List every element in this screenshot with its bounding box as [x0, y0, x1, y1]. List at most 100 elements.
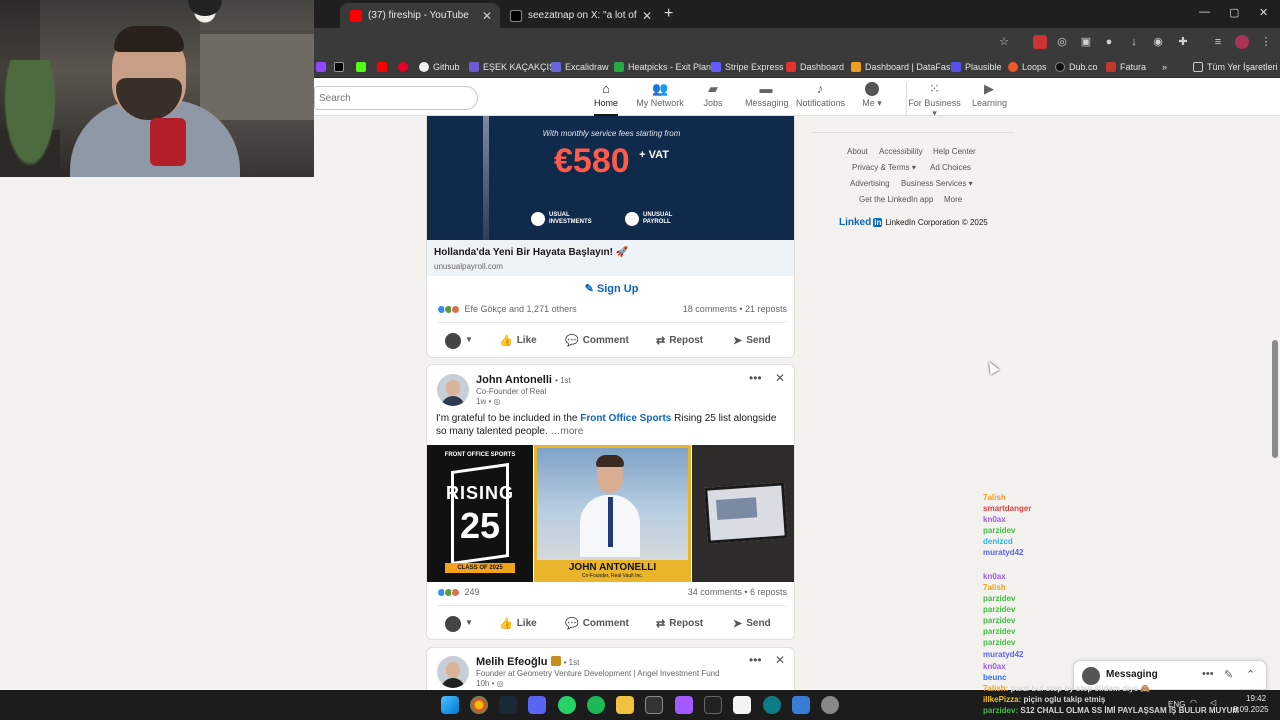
avatar[interactable] — [445, 333, 461, 349]
bookmark-pinterest[interactable] — [398, 60, 412, 74]
close-icon[interactable]: ✕ — [775, 653, 785, 667]
tab-youtube[interactable]: (37) fireship - YouTube ✕ — [340, 3, 500, 28]
footer-link-advertising[interactable]: Advertising — [850, 179, 890, 188]
send-button[interactable]: ➤ Send — [733, 617, 771, 630]
chrome-icon[interactable] — [470, 696, 488, 714]
spotify-icon[interactable] — [587, 696, 605, 714]
reading-list-icon[interactable]: ≡ — [1211, 35, 1225, 49]
chevron-down-icon[interactable]: ▼ — [465, 335, 473, 344]
avatar[interactable] — [437, 374, 469, 406]
author-name[interactable]: Melih Efeoğlu • 1st — [476, 656, 579, 668]
bookmark-fatura[interactable]: Fatura — [1106, 60, 1146, 74]
more-options-icon[interactable]: ••• — [749, 371, 762, 385]
bookmark-datafast[interactable]: Dashboard | DataFast — [851, 60, 953, 74]
comments-reposts-count[interactable]: 18 comments • 21 reposts — [683, 304, 787, 314]
like-button[interactable]: 👍 Like — [499, 617, 537, 630]
rising-25-image[interactable]: FRONT OFFICE SPORTS RISING 25 CLASS OF 2… — [427, 445, 533, 582]
avatar[interactable] — [437, 656, 469, 688]
compose-icon[interactable]: ✎ — [1224, 668, 1233, 681]
bookmark-x[interactable] — [334, 60, 348, 74]
reactions-count[interactable]: 249 — [465, 587, 480, 597]
like-button[interactable]: 👍 Like — [499, 334, 537, 347]
bookmark-kick[interactable] — [356, 60, 370, 74]
clock-time[interactable]: 19:42 — [1246, 694, 1266, 703]
chevron-up-icon[interactable]: ⌃ — [1246, 668, 1255, 681]
footer-link-help-center[interactable]: Help Center — [933, 147, 976, 156]
puzzle-icon[interactable]: ✚ — [1176, 35, 1190, 49]
ad-image[interactable]: With monthly service fees starting from … — [427, 116, 794, 240]
post-images[interactable]: FRONT OFFICE SPORTS RISING 25 CLASS OF 2… — [427, 445, 794, 582]
search-input[interactable] — [314, 86, 478, 110]
folder-icon[interactable] — [616, 696, 634, 714]
more-bookmarks-button[interactable]: » — [1162, 60, 1167, 74]
nav-me[interactable]: Me ▾ — [860, 82, 884, 116]
bookmark-esek[interactable]: EŞEK KAÇAKÇISI — [469, 60, 558, 74]
reactions-icon[interactable] — [437, 588, 460, 598]
extension-icon[interactable]: ● — [1102, 35, 1116, 49]
scrollbar-thumb[interactable] — [1272, 340, 1278, 458]
nav-for-business[interactable]: ⁙ For Business ▾ — [906, 82, 962, 118]
minimize-button[interactable]: — — [1199, 6, 1210, 18]
tab-close-icon[interactable]: ✕ — [642, 9, 652, 23]
repost-button[interactable]: ⇄ Repost — [656, 617, 703, 630]
chevron-down-icon[interactable]: ▼ — [465, 618, 473, 627]
footer-link-about[interactable]: About — [847, 147, 868, 156]
close-icon[interactable]: ✕ — [775, 371, 785, 385]
bookmark-loops[interactable]: Loops — [1008, 60, 1047, 74]
cursor-app-icon[interactable] — [763, 696, 781, 714]
new-tab-button[interactable]: + — [664, 5, 673, 23]
nav-notifications[interactable]: ♪ Notifications — [796, 82, 845, 116]
bookmark-plausible[interactable]: Plausible — [951, 60, 1002, 74]
mention-link[interactable]: Front Office Sports — [580, 413, 671, 424]
notion-icon[interactable] — [733, 696, 751, 714]
bookmark-dub[interactable]: Dub.co — [1055, 60, 1098, 74]
john-antonelli-image[interactable]: JOHN ANTONELLI Co-Founder, Real Vault In… — [534, 445, 691, 582]
bookmark-twitch[interactable] — [316, 60, 330, 74]
tab-close-icon[interactable]: ✕ — [482, 9, 492, 23]
more-options-icon[interactable]: ••• — [1202, 668, 1214, 680]
see-more-button[interactable]: …more — [548, 426, 584, 437]
nav-my-network[interactable]: 👥 My Network — [636, 82, 684, 116]
sign-up-button[interactable]: ✎ Sign Up — [427, 282, 794, 295]
avatar[interactable] — [445, 616, 461, 632]
reactions-text[interactable]: Efe Gökçe and 1,271 others — [465, 304, 577, 314]
star-icon[interactable]: ☆ — [997, 35, 1011, 49]
maximize-button[interactable]: ▢ — [1229, 6, 1239, 19]
comment-button[interactable]: 💬 Comment — [565, 334, 629, 347]
comments-reposts-count[interactable]: 34 comments • 6 reposts — [688, 587, 787, 597]
send-button[interactable]: ➤ Send — [733, 334, 771, 347]
all-bookmarks[interactable]: Tüm Yer İşaretleri — [1193, 60, 1278, 74]
nav-messaging[interactable]: ▬ Messaging — [745, 82, 789, 116]
obs-icon[interactable] — [821, 696, 839, 714]
vscode-icon[interactable] — [792, 696, 810, 714]
author-name[interactable]: John Antonelli • 1st — [476, 374, 571, 386]
calendar-icon[interactable] — [645, 696, 663, 714]
close-window-button[interactable]: ✕ — [1259, 6, 1268, 19]
bookmark-github[interactable]: Github — [419, 60, 460, 74]
figma-icon[interactable] — [675, 696, 693, 714]
bookmark-excalidraw[interactable]: Excalidraw — [551, 60, 609, 74]
profile-icon[interactable] — [1235, 35, 1249, 49]
tab-x[interactable]: seezatnap on X: "a lot of peopl ✕ — [500, 3, 660, 28]
menu-icon[interactable]: ⋮ — [1259, 35, 1273, 49]
extension-icon[interactable]: ◎ — [1055, 35, 1069, 49]
bookmark-dashboard[interactable]: Dashboard — [786, 60, 844, 74]
comment-button[interactable]: 💬 Comment — [565, 617, 629, 630]
nav-jobs[interactable]: ▰ Jobs — [701, 82, 725, 116]
bookmark-heatpicks[interactable]: Heatpicks - Exit Plan — [614, 60, 711, 74]
nav-home[interactable]: ⌂ Home — [594, 82, 618, 116]
steam-icon[interactable] — [499, 696, 517, 714]
extension-icon[interactable]: ◉ — [1151, 35, 1165, 49]
terminal-icon[interactable] — [704, 696, 722, 714]
ad-link-box[interactable]: Hollanda'da Yeni Bir Hayata Başlayın! 🚀 … — [427, 240, 794, 276]
footer-link-privacy[interactable]: Privacy & Terms ▾ — [852, 163, 916, 172]
windows-start-icon[interactable] — [441, 696, 459, 714]
footer-link-get-app[interactable]: Get the LinkedIn app — [859, 195, 933, 204]
camera-icon[interactable]: ▣ — [1079, 35, 1093, 49]
whatsapp-icon[interactable] — [558, 696, 576, 714]
bookmark-youtube[interactable] — [377, 60, 391, 74]
download-icon[interactable]: ↓ — [1127, 35, 1141, 49]
discord-icon[interactable] — [528, 696, 546, 714]
nav-learning[interactable]: ▶ Learning — [972, 82, 1007, 116]
footer-link-more[interactable]: More — [944, 195, 962, 204]
